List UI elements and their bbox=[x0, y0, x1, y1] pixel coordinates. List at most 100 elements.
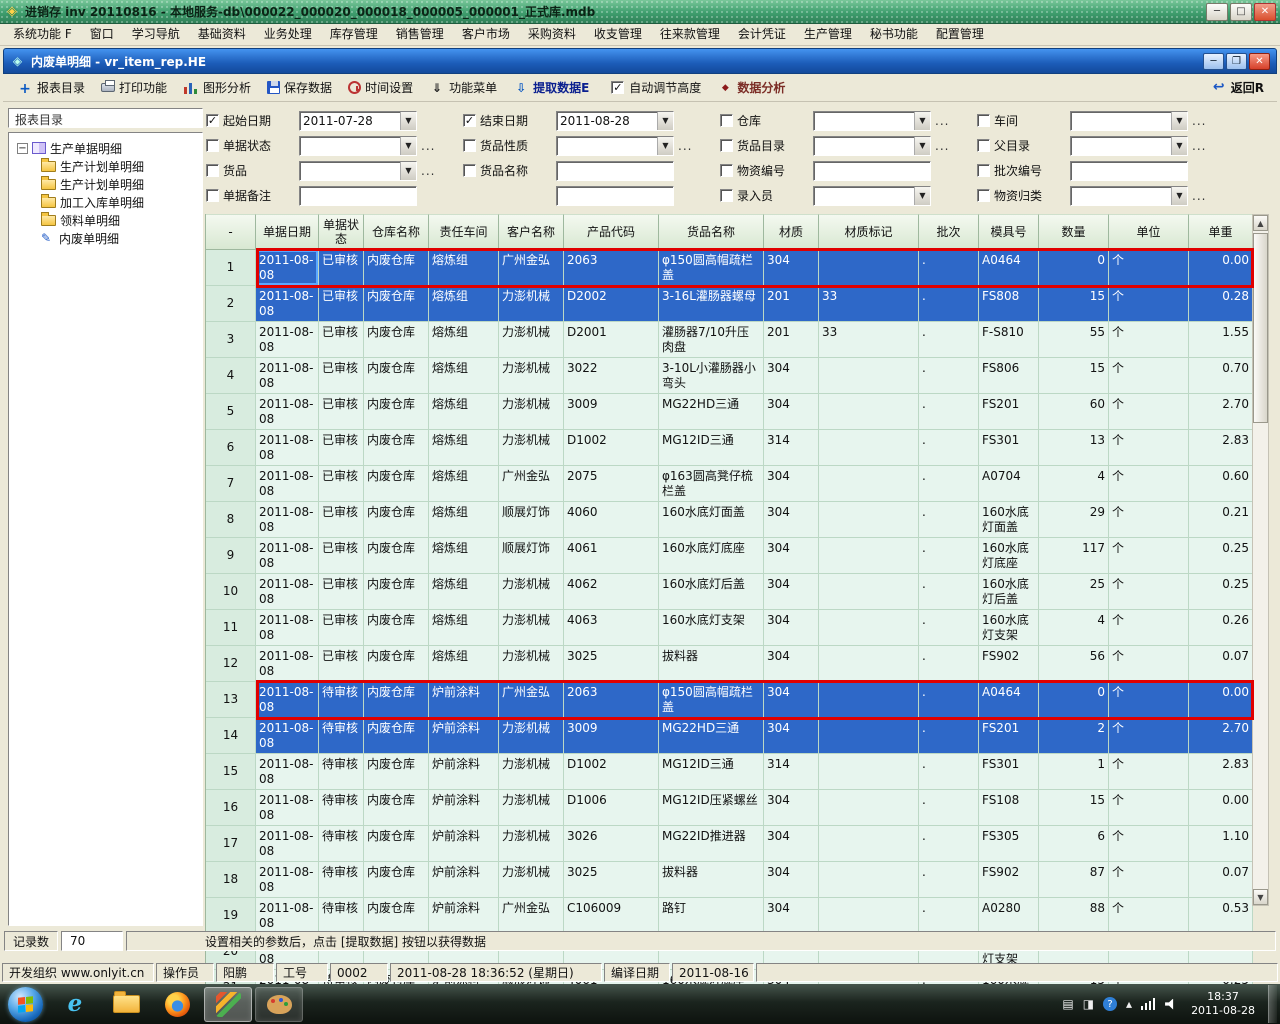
table-cell[interactable]: MG12ID压紧螺丝 bbox=[659, 790, 764, 826]
lookup-more-button[interactable]: ... bbox=[1192, 139, 1206, 153]
vertical-scroll-track[interactable] bbox=[1253, 231, 1268, 889]
table-cell[interactable]: 2011-08-08 bbox=[256, 430, 319, 466]
table-cell[interactable]: 内废仓库 bbox=[364, 826, 429, 862]
table-cell[interactable]: 0.07 bbox=[1189, 646, 1253, 682]
taskbar-item-browser[interactable] bbox=[51, 987, 99, 1022]
menu-item[interactable]: 收支管理 bbox=[585, 24, 651, 45]
table-cell[interactable]: 0 bbox=[1039, 682, 1109, 718]
chevron-down-icon[interactable]: ▼ bbox=[400, 137, 416, 155]
menu-item[interactable]: 销售管理 bbox=[387, 24, 453, 45]
table-cell[interactable]: MG22ID推进器 bbox=[659, 826, 764, 862]
table-cell[interactable] bbox=[819, 754, 919, 790]
table-cell[interactable]: 2011-08-08 bbox=[256, 682, 319, 718]
table-row[interactable]: 102011-08-08已审核内废仓库熔炼组力澎机械4062160水底灯后盖30… bbox=[206, 574, 1252, 610]
table-cell[interactable]: 待审核 bbox=[319, 790, 364, 826]
table-cell[interactable]: 熔炼组 bbox=[429, 466, 499, 502]
table-cell[interactable]: 4062 bbox=[564, 574, 659, 610]
column-header[interactable]: 单位 bbox=[1109, 214, 1189, 250]
table-cell[interactable]: 力澎机械 bbox=[499, 286, 564, 322]
table-row[interactable]: 42011-08-08已审核内废仓库熔炼组力澎机械30223-10L小灌肠器小弯… bbox=[206, 358, 1252, 394]
table-cell[interactable]: 29 bbox=[1039, 502, 1109, 538]
data-analysis-button[interactable]: 数据分析 bbox=[717, 79, 785, 96]
lookup-more-button[interactable]: ... bbox=[1192, 114, 1206, 128]
filter-text-input[interactable] bbox=[1070, 161, 1188, 181]
table-cell[interactable]: . bbox=[919, 322, 979, 358]
table-row[interactable]: 22011-08-08已审核内废仓库熔炼组力澎机械D20023-16L灌肠器螺母… bbox=[206, 286, 1252, 322]
lookup-more-button[interactable]: ... bbox=[935, 139, 949, 153]
table-cell[interactable]: 内废仓库 bbox=[364, 286, 429, 322]
table-cell[interactable]: MG12ID三通 bbox=[659, 754, 764, 790]
vertical-scroll-thumb[interactable] bbox=[1253, 233, 1268, 423]
table-row[interactable]: 32011-08-08已审核内废仓库熔炼组力澎机械D2001灌肠器7/10升压肉… bbox=[206, 322, 1252, 358]
table-cell[interactable]: 待审核 bbox=[319, 754, 364, 790]
vertical-scrollbar[interactable]: ▲ ▼ bbox=[1252, 214, 1269, 906]
table-cell[interactable]: 304 bbox=[764, 250, 819, 286]
toolbar-button[interactable]: 功能菜单 bbox=[421, 75, 505, 100]
toolbar-button[interactable]: 保存数据 bbox=[259, 75, 340, 100]
table-row[interactable]: 52011-08-08已审核内废仓库熔炼组力澎机械3009MG22HD三通304… bbox=[206, 394, 1252, 430]
filter-text-input[interactable] bbox=[556, 186, 674, 206]
menu-item[interactable]: 配置管理 bbox=[927, 24, 993, 45]
table-cell[interactable]: D1006 bbox=[564, 790, 659, 826]
table-cell[interactable]: 内废仓库 bbox=[364, 322, 429, 358]
table-cell[interactable]: MG12ID三通 bbox=[659, 430, 764, 466]
table-cell[interactable]: C106009 bbox=[564, 898, 659, 934]
menu-item[interactable]: 系统功能 F bbox=[4, 24, 81, 45]
filter-checkbox[interactable] bbox=[977, 164, 990, 177]
table-cell[interactable]: 已审核 bbox=[319, 538, 364, 574]
table-cell[interactable]: 4 bbox=[1039, 466, 1109, 502]
table-cell[interactable]: 个 bbox=[1109, 538, 1189, 574]
filter-checkbox[interactable]: ✓ bbox=[206, 114, 219, 127]
taskbar-item-firefox[interactable] bbox=[153, 987, 201, 1022]
table-row[interactable]: 172011-08-08待审核内废仓库炉前涂料力澎机械3026MG22ID推进器… bbox=[206, 826, 1252, 862]
table-cell[interactable] bbox=[819, 574, 919, 610]
chevron-down-icon[interactable]: ▼ bbox=[1171, 112, 1187, 130]
filter-text-input[interactable] bbox=[299, 186, 417, 206]
table-cell[interactable]: 力澎机械 bbox=[499, 862, 564, 898]
table-cell[interactable]: 160水底灯底座 bbox=[979, 538, 1039, 574]
table-cell[interactable]: 2011-08-08 bbox=[256, 718, 319, 754]
table-cell[interactable]: 个 bbox=[1109, 322, 1189, 358]
auto-height-checkbox[interactable]: ✓ bbox=[611, 81, 624, 94]
lookup-more-button[interactable]: ... bbox=[1192, 189, 1206, 203]
table-cell[interactable]: 8 bbox=[206, 502, 256, 538]
show-desktop-button[interactable] bbox=[1268, 985, 1277, 1023]
table-cell[interactable]: 路钉 bbox=[659, 898, 764, 934]
table-cell[interactable]: 304 bbox=[764, 790, 819, 826]
table-cell[interactable]: 304 bbox=[764, 718, 819, 754]
table-cell[interactable]: 1 bbox=[206, 250, 256, 286]
table-cell[interactable]: . bbox=[919, 862, 979, 898]
minimize-button[interactable]: ─ bbox=[1206, 3, 1228, 21]
table-cell[interactable]: 2011-08-08 bbox=[256, 898, 319, 934]
table-cell[interactable]: 力澎机械 bbox=[499, 790, 564, 826]
table-cell[interactable]: φ150圆高帽疏栏盖 bbox=[659, 250, 764, 286]
toolbar-button[interactable]: 图形分析 bbox=[175, 75, 259, 100]
table-cell[interactable]: 25 bbox=[1039, 574, 1109, 610]
table-cell[interactable] bbox=[819, 502, 919, 538]
table-cell[interactable]: 2 bbox=[1039, 718, 1109, 754]
toolbar-button[interactable]: 打印功能 bbox=[93, 75, 175, 100]
table-cell[interactable]: 2011-08-08 bbox=[256, 286, 319, 322]
table-cell[interactable]: 18 bbox=[206, 862, 256, 898]
table-cell[interactable] bbox=[819, 430, 919, 466]
tree-item[interactable]: 领料单明细 bbox=[11, 211, 200, 229]
table-row[interactable]: 62011-08-08已审核内废仓库熔炼组力澎机械D1002MG12ID三通31… bbox=[206, 430, 1252, 466]
table-cell[interactable]: 304 bbox=[764, 538, 819, 574]
table-cell[interactable]: 4063 bbox=[564, 610, 659, 646]
table-cell[interactable]: 0.21 bbox=[1189, 502, 1253, 538]
table-cell[interactable]: 11 bbox=[206, 610, 256, 646]
table-cell[interactable]: 个 bbox=[1109, 358, 1189, 394]
table-cell[interactable]: 3025 bbox=[564, 646, 659, 682]
table-cell[interactable]: 4 bbox=[1039, 610, 1109, 646]
table-cell[interactable]: FS808 bbox=[979, 286, 1039, 322]
table-cell[interactable]: 内废仓库 bbox=[364, 610, 429, 646]
table-cell[interactable]: D1002 bbox=[564, 754, 659, 790]
filter-checkbox[interactable] bbox=[463, 139, 476, 152]
table-cell[interactable]: 已审核 bbox=[319, 286, 364, 322]
table-cell[interactable]: 已审核 bbox=[319, 322, 364, 358]
table-cell[interactable]: 待审核 bbox=[319, 718, 364, 754]
table-cell[interactable]: 个 bbox=[1109, 574, 1189, 610]
table-cell[interactable]: 内废仓库 bbox=[364, 718, 429, 754]
table-cell[interactable]: 力澎机械 bbox=[499, 646, 564, 682]
table-cell[interactable]: 0.70 bbox=[1189, 358, 1253, 394]
